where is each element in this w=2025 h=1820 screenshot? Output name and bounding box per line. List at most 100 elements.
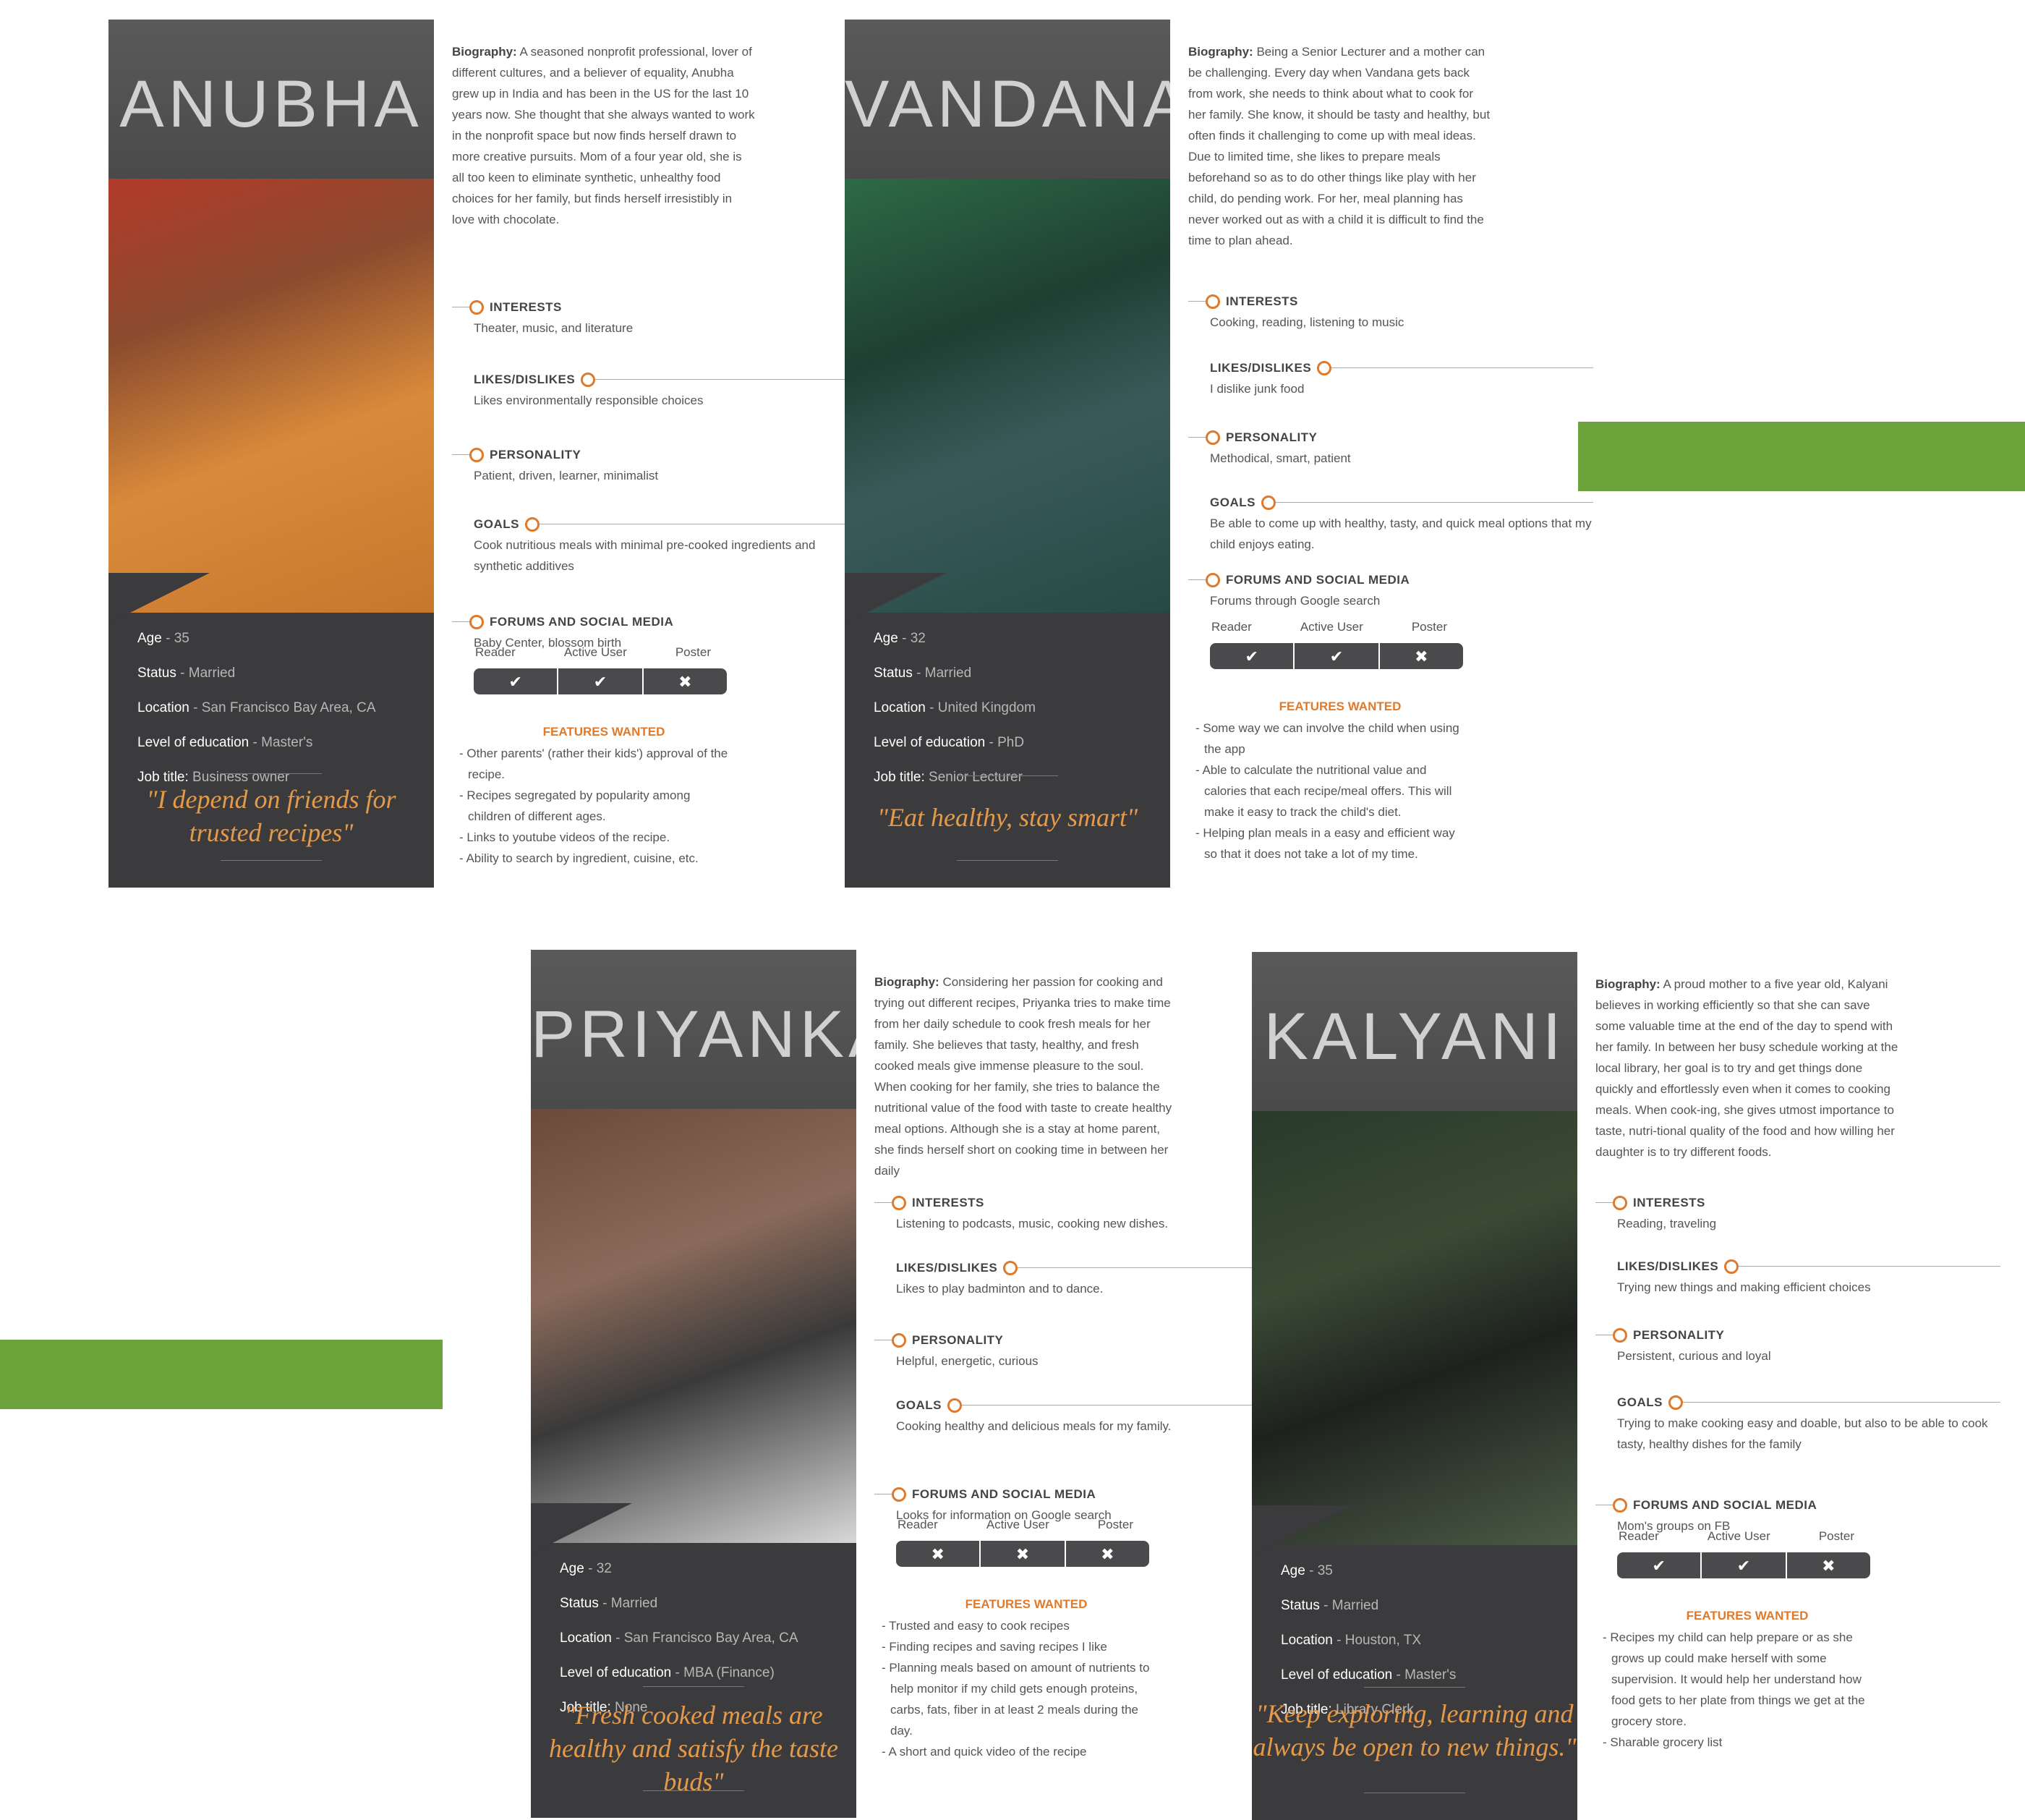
interests-marker-icon: [469, 299, 484, 315]
interests-text: Listening to podcasts, music, cooking ne…: [896, 1217, 1169, 1230]
goals-text: Cook nutritious meals with minimal pre-c…: [474, 538, 816, 573]
section-interests: INTERESTS Cooking, reading, listening to…: [1188, 291, 1593, 333]
interests-text: Theater, music, and literature: [474, 321, 634, 335]
section-personality: PERSONALITY Methodical, smart, patient: [1188, 427, 1593, 469]
persona-photo: [531, 1109, 856, 1543]
fact-status: Status - Married: [874, 666, 972, 681]
feature-item: - Able to calculate the nutritional valu…: [1195, 763, 1452, 819]
features-wanted-title: FEATURES WANTED: [1279, 699, 1402, 713]
persona-quote: "Keep exploring, learning and always be …: [1253, 1699, 1577, 1761]
goals-marker-icon: [1668, 1395, 1683, 1410]
forums-marker-icon: [469, 614, 484, 629]
feature-item: - Sharable grocery list: [1603, 1735, 1723, 1749]
personality-text: Persistent, curious and loyal: [1617, 1349, 1771, 1363]
usage-active-label: Active User: [1707, 1529, 1770, 1543]
persona-photo: [1252, 1111, 1577, 1545]
persona-priyanka: PRIYANKA Age - 32 Status - Married Locat…: [531, 950, 1290, 1818]
persona-facts: Age - 35 Status - Married Location - San…: [137, 631, 427, 804]
check-icon: ✔: [474, 668, 559, 694]
feature-item: - Helping plan meals in a easy and effic…: [1195, 826, 1455, 861]
fact-education: Level of education - Master's: [1281, 1667, 1457, 1683]
feature-item: - Recipes segregated by popularity among…: [459, 788, 691, 823]
forums-marker-icon: [1206, 572, 1220, 587]
persona-name: KALYANI: [1263, 1000, 1566, 1073]
cross-icon: ✖: [1101, 1544, 1114, 1563]
features-wanted-title: FEATURES WANTED: [542, 725, 665, 739]
biography: Biography: A seasoned nonprofit professi…: [452, 45, 755, 226]
feature-item: - Ability to search by ingredient, cuisi…: [459, 851, 699, 865]
usage-poster-label: Poster: [1818, 1529, 1854, 1543]
persona-quote: "I depend on friends for trusted recipes…: [146, 785, 396, 847]
personality-marker-icon: [1613, 1327, 1627, 1343]
features-list: - Recipes my child can help prepare or a…: [1603, 1627, 1877, 1753]
fact-education: Level of education - MBA (Finance): [560, 1665, 775, 1680]
fact-age: Age - 32: [560, 1561, 612, 1576]
section-personality: PERSONALITY Helpful, energetic, curious: [874, 1330, 1279, 1372]
usage-poster-label: Poster: [1411, 620, 1447, 634]
persona-photo: [845, 179, 1170, 613]
usage-pill: ✔ ✔ ✖: [474, 668, 727, 694]
likes-marker-icon: [1317, 360, 1332, 375]
feature-item: - Other parents' (rather their kids') ap…: [459, 747, 728, 781]
check-icon: ✔: [1617, 1552, 1702, 1578]
persona-photo: [108, 179, 434, 613]
fact-education: Level of education - PhD: [874, 735, 1025, 750]
fact-status: Status - Married: [560, 1596, 658, 1611]
likes-text: Likes environmentally responsible choice…: [474, 394, 704, 407]
check-icon: ✔: [558, 668, 644, 694]
persona-kalyani: KALYANI Age - 35 Status - Married Locati…: [1252, 952, 2011, 1820]
features-list: - Some way we can involve the child when…: [1195, 718, 1470, 864]
interests-marker-icon: [892, 1195, 906, 1210]
persona-card: KALYANI Age - 35 Status - Married Locati…: [1252, 952, 1577, 1820]
quote-rule-bottom: [957, 860, 1058, 861]
usage-scale: Reader Active User Poster ✔ ✔ ✖: [1210, 616, 1463, 669]
feature-item: - Recipes my child can help prepare or a…: [1603, 1630, 1865, 1728]
check-icon: ✔: [1210, 643, 1295, 669]
interests-text: Reading, traveling: [1617, 1217, 1717, 1230]
personality-text: Methodical, smart, patient: [1210, 451, 1351, 465]
cross-icon: ✖: [1415, 647, 1428, 666]
feature-item: - Some way we can involve the child when…: [1195, 721, 1459, 756]
goals-marker-icon: [947, 1398, 962, 1413]
check-icon: ✔: [1295, 643, 1380, 669]
feature-item: - Planning meals based on amount of nutr…: [882, 1661, 1150, 1738]
green-accent-bar-left: [0, 1340, 443, 1409]
likes-marker-icon: [1003, 1260, 1018, 1275]
persona-quote: "Eat healthy, stay smart": [877, 803, 1138, 832]
usage-poster-label: Poster: [675, 645, 711, 659]
interests-text: Cooking, reading, listening to music: [1210, 315, 1404, 329]
usage-scale: Reader Active User Poster ✔ ✔ ✖: [1617, 1526, 1870, 1578]
likes-marker-icon: [1724, 1259, 1739, 1274]
section-goals: GOALS Be able to come up with healthy, t…: [1188, 492, 1593, 555]
fact-location: Location - United Kingdom: [874, 700, 1036, 715]
likes-text: Trying new things and making efficient c…: [1617, 1280, 1871, 1294]
usage-active-label: Active User: [1300, 620, 1363, 634]
usage-pill: ✖ ✖ ✖: [896, 1541, 1149, 1567]
green-accent-bar-right: [1578, 422, 2025, 491]
features-wanted-title: FEATURES WANTED: [965, 1597, 1088, 1611]
quote-rule-bottom: [643, 1790, 744, 1791]
usage-scale: Reader Active User Poster ✖ ✖ ✖: [896, 1514, 1149, 1567]
biography: Biography: A proud mother to a five year…: [1595, 977, 1898, 1159]
section-personality: PERSONALITY Patient, driven, learner, mi…: [452, 444, 857, 486]
quote-rule-top: [1364, 1687, 1465, 1688]
cross-icon: ✖: [981, 1541, 1066, 1567]
usage-poster-label: Poster: [1097, 1518, 1133, 1531]
section-interests: INTERESTS Reading, traveling: [1595, 1192, 2000, 1234]
quote-rule-top: [221, 773, 322, 774]
fact-status: Status - Married: [1281, 1598, 1379, 1613]
biography: Biography: Considering her passion for c…: [874, 975, 1172, 1178]
biography: Biography: Being a Senior Lecturer and a…: [1188, 45, 1491, 247]
persona-facts: Age - 32 Status - Married Location - Uni…: [874, 631, 1163, 804]
persona-quote: "Fresh cooked meals are healthy and sati…: [549, 1701, 838, 1796]
section-interests: INTERESTS Theater, music, and literature: [452, 297, 857, 339]
usage-scale: Reader Active User Poster ✔ ✔ ✖: [474, 642, 727, 694]
personality-text: Patient, driven, learner, minimalist: [474, 469, 659, 482]
usage-pill: ✔ ✔ ✖: [1617, 1552, 1870, 1578]
fact-status: Status - Married: [137, 666, 236, 681]
forums-text: Forums through Google search: [1210, 594, 1381, 608]
section-likes-dislikes: LIKES/DISLIKES I dislike junk food: [1188, 357, 1593, 399]
quote-rule-bottom: [221, 860, 322, 861]
cross-icon: ✖: [678, 672, 692, 691]
usage-reader-label: Reader: [1211, 620, 1252, 634]
